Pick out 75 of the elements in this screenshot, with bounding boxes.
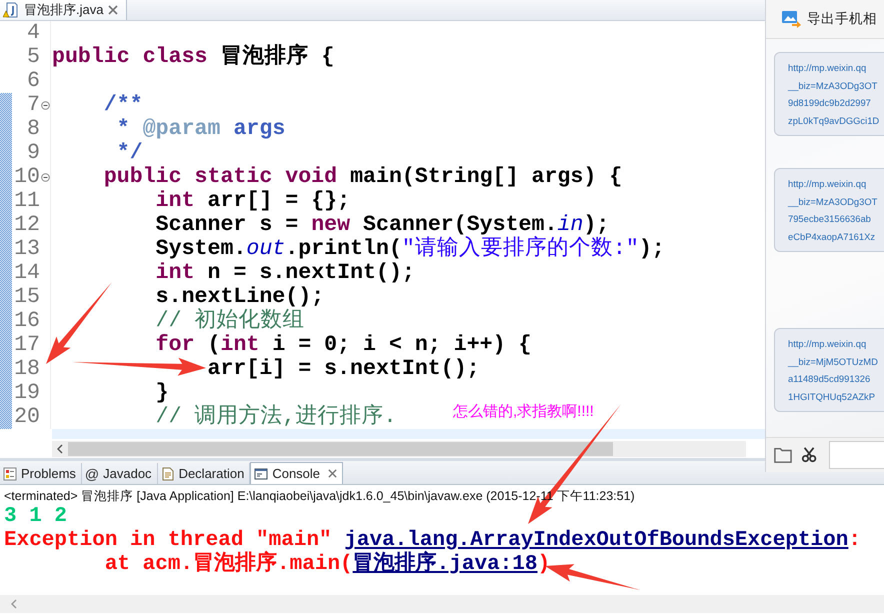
panel-tab[interactable]: @ Javadoc bbox=[82, 463, 158, 484]
tab-label: Javadoc bbox=[103, 466, 152, 481]
scroll-left-icon[interactable] bbox=[56, 444, 64, 454]
message-link[interactable]: http://mp.weixin.qq bbox=[788, 175, 866, 192]
line-number: 10 bbox=[13, 165, 40, 189]
message-link[interactable]: eCbP4xaopA7161Xz bbox=[788, 228, 876, 245]
console-line: at acm.冒泡排序.main(冒泡排序.java:18) bbox=[4, 553, 884, 577]
panel-tab[interactable]: Console bbox=[250, 462, 344, 484]
code-line: */ bbox=[116, 141, 143, 165]
line-number: 5 bbox=[26, 45, 40, 69]
image-export-icon[interactable] bbox=[781, 10, 801, 28]
line-number: 4 bbox=[26, 21, 40, 45]
tab-label: Console bbox=[272, 466, 320, 481]
message-link[interactable]: 9d8199dc9b2d2997 bbox=[788, 94, 871, 112]
message-link[interactable]: __biz=MzA3ODg3OT bbox=[788, 76, 878, 94]
code-line: // 初始化数组 bbox=[156, 309, 305, 333]
horizontal-scrollbar[interactable] bbox=[52, 441, 746, 457]
declaration-view-icon bbox=[160, 466, 175, 480]
code-line: s.nextLine(); bbox=[156, 285, 324, 309]
code-line: Scanner s = new Scanner(System.in); bbox=[156, 213, 610, 237]
line-number: 7 bbox=[26, 93, 40, 117]
message-link[interactable]: __biz=MzA3ODg3OT bbox=[788, 192, 878, 210]
line-number: 6 bbox=[26, 69, 40, 93]
scissors-icon[interactable] bbox=[800, 446, 818, 464]
tab-label: Problems bbox=[21, 466, 76, 481]
console-line: Exception in thread "main" java.lang.ArrayIndexOutOfBoundsException: bbox=[4, 529, 862, 552]
line-number: 18 bbox=[13, 357, 40, 381]
message-link[interactable]: http://mp.weixin.qq bbox=[788, 59, 866, 76]
panel-tab[interactable]: Problems bbox=[0, 463, 82, 484]
problems-view-icon bbox=[3, 466, 17, 480]
message-link[interactable]: __biz=MjM5OTUzMD bbox=[788, 352, 878, 370]
code-line: public class 冒泡排序 { bbox=[52, 45, 334, 69]
line-number: 15 bbox=[13, 285, 40, 309]
line-number: 16 bbox=[13, 309, 40, 333]
line-number: 11 bbox=[13, 189, 40, 213]
code-line: } bbox=[156, 381, 169, 405]
message-input[interactable] bbox=[829, 441, 884, 469]
stack-trace-link[interactable]: 冒泡排序.java:18 bbox=[352, 553, 538, 576]
line-number: 17 bbox=[13, 333, 40, 357]
message-link[interactable]: a11489d5cd991326 bbox=[788, 370, 870, 388]
message-link[interactable]: http://mp.weixin.qq bbox=[788, 335, 866, 352]
code-line: /** bbox=[104, 93, 143, 117]
fold-icon[interactable] bbox=[40, 172, 50, 182]
line-number: 19 bbox=[13, 381, 40, 405]
line-number: 9 bbox=[26, 141, 40, 165]
console-view-icon bbox=[254, 466, 268, 480]
line-number: 8 bbox=[26, 117, 40, 141]
message-link[interactable]: 1HGITQHUq52AZkP bbox=[788, 388, 876, 405]
code-line: public static void main(String[] args) { bbox=[104, 165, 622, 189]
code-line: System.out.println("请输入要排序的个数:"); bbox=[156, 237, 665, 261]
console-line: 3 1 2 bbox=[4, 505, 68, 529]
at-sign-icon: @ bbox=[84, 466, 100, 482]
annotation-text: 怎么错的,求指教啊!!!! bbox=[453, 402, 594, 421]
line-number: 13 bbox=[13, 237, 40, 261]
line-number: 14 bbox=[13, 261, 40, 285]
code-line: for (int i = 0; i < n; i++) { bbox=[156, 333, 532, 357]
code-line: arr[i] = s.nextInt(); bbox=[208, 357, 480, 381]
message-link[interactable]: zpL0kTq9avDGGci1D bbox=[788, 112, 880, 129]
fold-icon[interactable] bbox=[40, 100, 50, 110]
stack-trace-link[interactable]: java.lang.ArrayIndexOutOfBoundsException bbox=[344, 529, 848, 552]
scrollbar-thumb[interactable] bbox=[68, 442, 613, 456]
line-number: 12 bbox=[13, 213, 40, 237]
code-line: int arr[] = {}; bbox=[156, 189, 350, 213]
code-line: * @param args bbox=[116, 117, 286, 141]
close-icon[interactable] bbox=[108, 5, 118, 15]
code-line: // 调用方法,进行排序. bbox=[156, 405, 396, 429]
java-file-icon bbox=[3, 2, 19, 18]
message-link[interactable]: 795ecbe3156636ab bbox=[788, 210, 871, 228]
close-icon[interactable] bbox=[328, 469, 338, 478]
editor-tab[interactable]: 冒泡排序.java bbox=[0, 0, 128, 20]
folder-icon[interactable] bbox=[774, 446, 792, 464]
line-number: 20 bbox=[13, 405, 40, 429]
horizontal-scrollbar[interactable] bbox=[0, 595, 884, 613]
code-line: int n = s.nextInt(); bbox=[156, 261, 415, 285]
tab-label: Declaration bbox=[178, 466, 244, 481]
